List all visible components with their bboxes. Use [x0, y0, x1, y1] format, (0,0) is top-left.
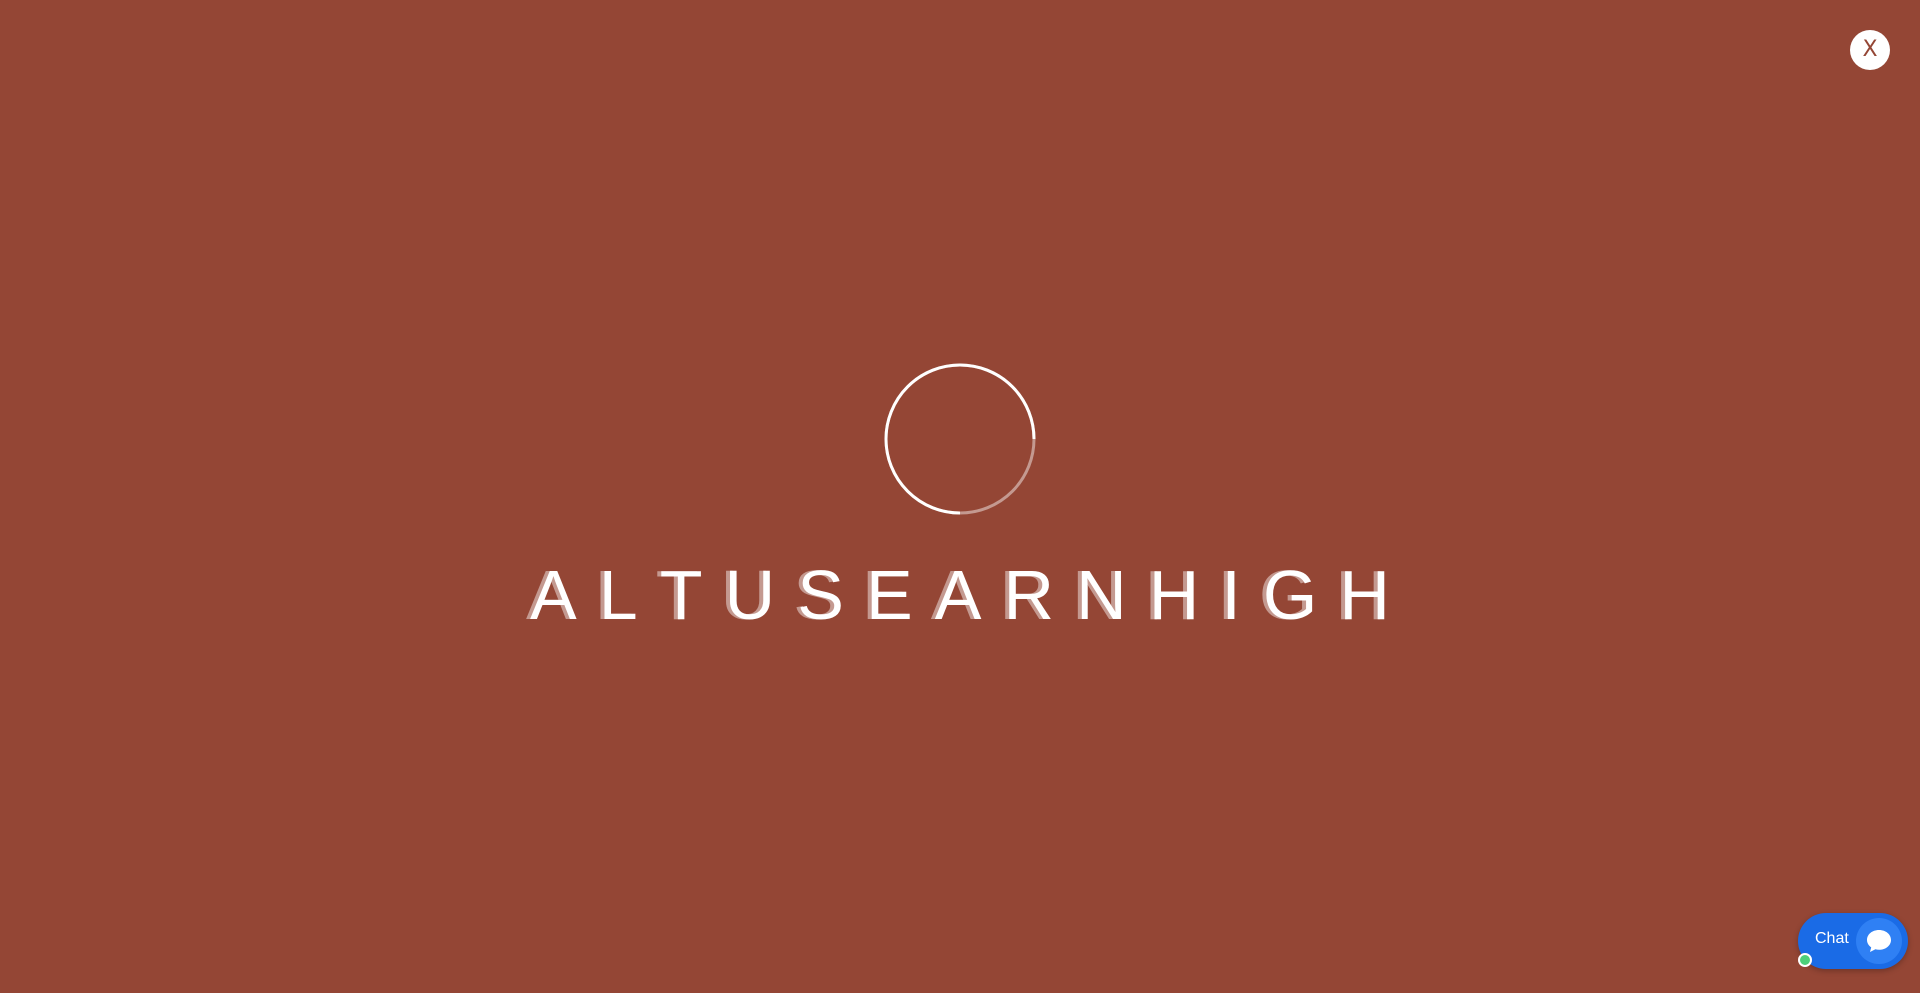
close-button[interactable]: X	[1850, 30, 1890, 70]
chat-widget-button[interactable]: Chat	[1798, 913, 1908, 969]
brand-letter: L	[598, 556, 638, 634]
online-status-dot	[1798, 953, 1812, 967]
brand-letter: S	[797, 556, 844, 634]
brand-letter: A	[934, 556, 982, 634]
brand-letter: A	[530, 556, 577, 634]
brand-letter: G	[1262, 556, 1318, 634]
brand-wordmark: A L T U S E A R N H I G H	[530, 555, 1390, 635]
brand-letter: I	[1221, 556, 1241, 634]
chat-bubble-icon	[1856, 918, 1902, 964]
loading-overlay: X A L T U S E A R N H I G H Chat	[0, 0, 1920, 993]
brand-letter: T	[659, 556, 703, 634]
brand-letter: R	[1003, 556, 1055, 634]
chat-label: Chat	[1815, 930, 1849, 947]
loading-spinner-icon	[884, 363, 1036, 515]
brand-letter: E	[865, 556, 913, 634]
close-label: X	[1862, 37, 1878, 62]
brand-letter: N	[1076, 556, 1127, 634]
brand-letter: U	[724, 556, 776, 634]
brand-letter: H	[1339, 556, 1390, 634]
brand-letter: H	[1148, 556, 1200, 634]
